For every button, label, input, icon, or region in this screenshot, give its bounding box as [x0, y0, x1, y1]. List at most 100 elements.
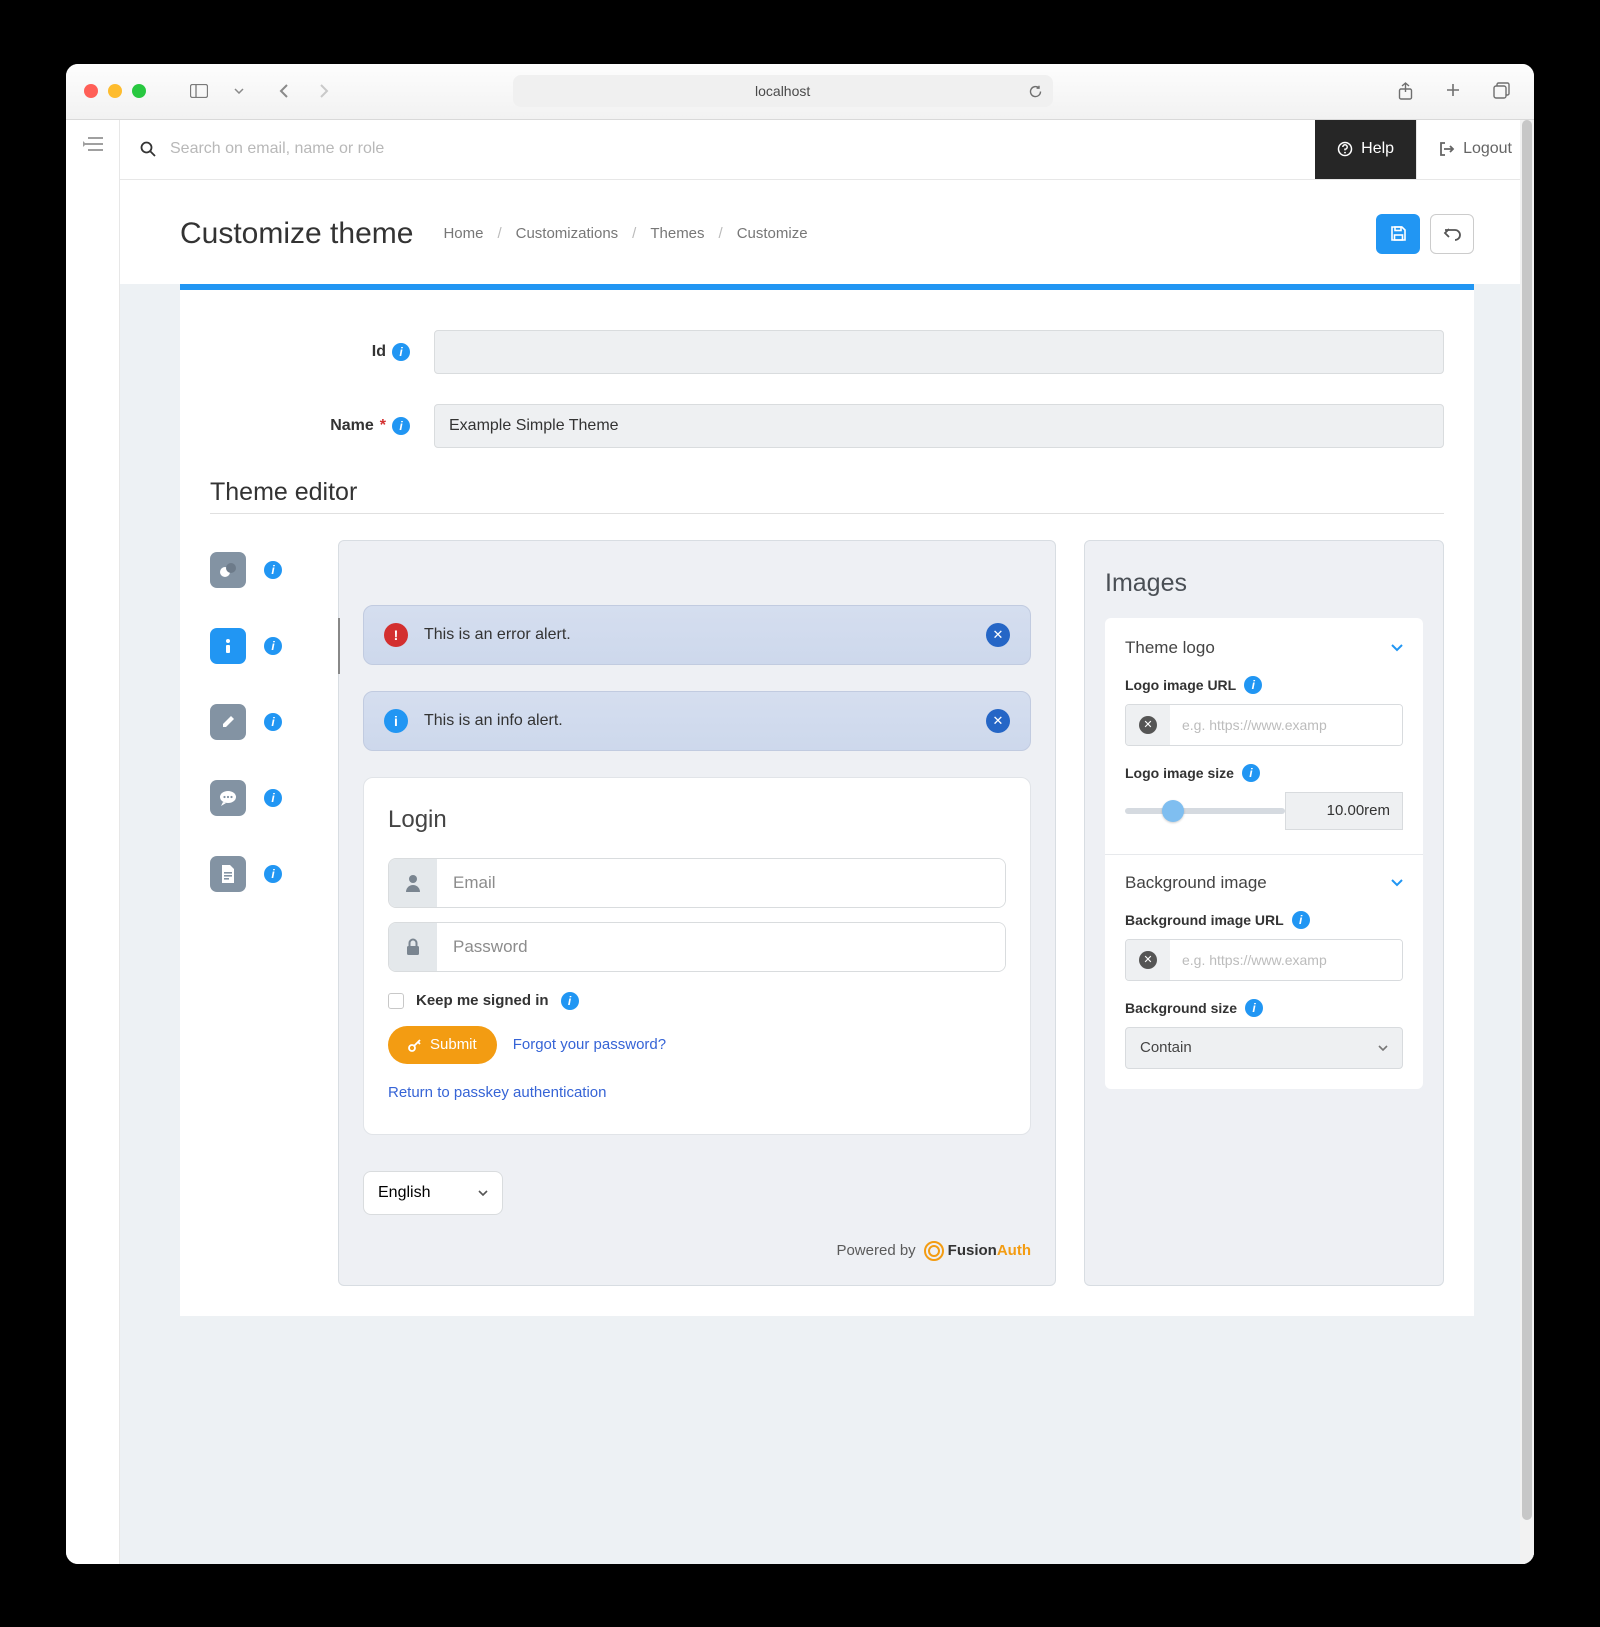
slider-thumb[interactable] [1162, 800, 1184, 822]
close-icon[interactable]: ✕ [986, 623, 1010, 647]
email-input[interactable] [437, 859, 1005, 907]
error-icon: ! [384, 623, 408, 647]
user-icon [389, 859, 437, 907]
chat-icon [210, 780, 246, 816]
panel: Id i Name* i Theme editor [180, 284, 1474, 1316]
close-icon[interactable]: ✕ [986, 709, 1010, 733]
clear-icon[interactable]: ✕ [1126, 940, 1170, 980]
tab-styles[interactable]: i [210, 550, 310, 590]
title-row: Customize theme Home/ Customizations/ Th… [120, 180, 1534, 284]
tab-edit[interactable]: i [210, 702, 310, 742]
error-alert-text: This is an error alert. [424, 626, 571, 644]
logo-url-label: Logo image URL [1125, 677, 1236, 693]
breadcrumb-item[interactable]: Themes [650, 225, 704, 242]
editor-layout: i i [210, 540, 1444, 1316]
tab-info[interactable]: i [210, 626, 310, 666]
background-image-section[interactable]: Background image [1125, 873, 1403, 893]
info-icon[interactable]: i [392, 343, 410, 361]
info-icon[interactable]: i [264, 637, 282, 655]
back-button[interactable] [1430, 214, 1474, 254]
logo-size-label: Logo image size [1125, 765, 1234, 781]
save-icon [1390, 225, 1407, 242]
id-input[interactable] [434, 330, 1444, 374]
login-heading: Login [388, 806, 1006, 834]
browser-window: localhost [66, 64, 1534, 1564]
edit-icon [210, 704, 246, 740]
logout-button[interactable]: Logout [1416, 120, 1534, 179]
images-heading: Images [1105, 569, 1423, 598]
info-alert-text: This is an info alert. [424, 712, 563, 730]
window-minimize-dot[interactable] [108, 84, 122, 98]
url-bar[interactable]: localhost [513, 75, 1053, 107]
left-gutter [66, 120, 120, 1564]
forgot-password-link[interactable]: Forgot your password? [513, 1036, 666, 1053]
info-icon[interactable]: i [392, 417, 410, 435]
passkey-link[interactable]: Return to passkey authentication [388, 1084, 606, 1101]
password-input[interactable] [437, 923, 1005, 971]
logo-size-slider[interactable] [1125, 808, 1285, 814]
info-icon[interactable]: i [1244, 676, 1262, 694]
window-zoom-dot[interactable] [132, 84, 146, 98]
logo-url-group: ✕ [1125, 704, 1403, 746]
info-icon[interactable]: i [264, 561, 282, 579]
nav-forward-icon[interactable] [313, 83, 336, 99]
fusionauth-logo: FusionAuth [924, 1241, 1031, 1261]
theme-logo-section[interactable]: Theme logo [1125, 638, 1403, 658]
gutter-menu-icon[interactable] [83, 136, 103, 1564]
password-group [388, 922, 1006, 972]
language-select[interactable]: English [363, 1171, 503, 1215]
page-main: Help Logout Customize theme Home/ Custom… [120, 120, 1534, 1564]
bg-size-select[interactable]: Contain [1125, 1027, 1403, 1069]
tab-pages[interactable]: i [210, 854, 310, 894]
info-alert: i This is an info alert. ✕ [363, 691, 1031, 751]
breadcrumb-item[interactable]: Customizations [516, 225, 619, 242]
sidebar-toggle-icon[interactable] [184, 84, 214, 98]
nav-back-icon[interactable] [272, 83, 295, 99]
tabs-dropdown-icon[interactable] [228, 88, 250, 94]
theme-logo-label: Theme logo [1125, 638, 1215, 658]
bg-url-input[interactable] [1170, 940, 1402, 980]
info-icon[interactable]: i [1245, 999, 1263, 1017]
bg-url-label: Background image URL [1125, 912, 1284, 928]
breadcrumb-item[interactable]: Customize [737, 225, 808, 242]
tabs-overview-icon[interactable] [1487, 82, 1516, 100]
name-input[interactable] [434, 404, 1444, 448]
id-label: Id [372, 343, 386, 361]
info-icon[interactable]: i [1292, 911, 1310, 929]
scrollbar-thumb[interactable] [1522, 120, 1532, 1521]
editor-tabs: i i [210, 540, 310, 894]
info-icon[interactable]: i [264, 713, 282, 731]
search-input[interactable] [170, 140, 1295, 158]
scrollbar[interactable] [1520, 120, 1534, 1564]
help-button[interactable]: Help [1315, 120, 1416, 179]
keep-signed-checkbox[interactable] [388, 993, 404, 1009]
info-icon[interactable]: i [1242, 764, 1260, 782]
window-close-dot[interactable] [84, 84, 98, 98]
info-icon[interactable]: i [264, 789, 282, 807]
refresh-icon[interactable] [1028, 84, 1043, 99]
traffic-lights [84, 84, 146, 98]
save-button[interactable] [1376, 214, 1420, 254]
keep-signed-label: Keep me signed in [416, 992, 549, 1009]
language-value: English [378, 1184, 430, 1202]
palette-icon [210, 552, 246, 588]
logout-icon [1439, 141, 1455, 157]
share-icon[interactable] [1392, 82, 1419, 100]
info-icon[interactable]: i [264, 865, 282, 883]
chevron-down-icon [1391, 879, 1403, 887]
bg-heading: Background image [1125, 873, 1267, 893]
breadcrumb-item[interactable]: Home [443, 225, 483, 242]
clear-icon[interactable]: ✕ [1126, 705, 1170, 745]
logo-size-value: 10.00rem [1285, 792, 1403, 830]
preview-column: ! This is an error alert. ✕ i This is an… [338, 540, 1056, 1286]
name-label: Name [330, 417, 374, 435]
logo-url-input[interactable] [1170, 705, 1402, 745]
help-label: Help [1361, 140, 1394, 158]
info-icon[interactable]: i [561, 992, 579, 1010]
tab-messages[interactable]: i [210, 778, 310, 818]
form-row-name: Name* i [210, 404, 1444, 448]
breadcrumb: Home/ Customizations/ Themes/ Customize [443, 225, 807, 242]
chevron-down-icon [1391, 644, 1403, 652]
submit-button[interactable]: Submit [388, 1026, 497, 1064]
new-tab-icon[interactable] [1439, 82, 1467, 100]
